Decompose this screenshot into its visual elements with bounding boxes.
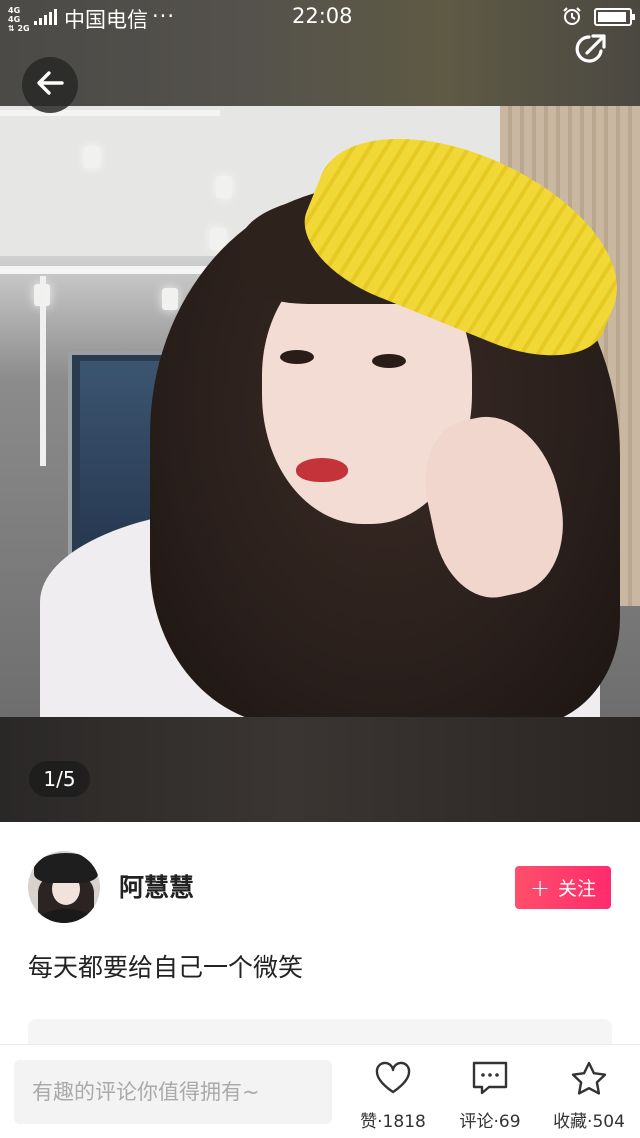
media-viewer[interactable] [0, 0, 640, 822]
status-time: 22:08 [292, 4, 353, 28]
follow-label: 关注 [558, 878, 597, 900]
photo-light-track [0, 266, 230, 274]
star-icon [546, 1057, 632, 1099]
avatar[interactable] [28, 851, 100, 923]
photo-lamp [216, 176, 232, 198]
like-count-label: 赞·1818 [360, 1112, 426, 1132]
like-button[interactable]: 赞·1818 [350, 1057, 436, 1132]
photo-lips [296, 458, 348, 482]
post-caption: 每天都要给自己一个微笑 [28, 953, 304, 982]
comment-dots-icon [447, 1057, 533, 1099]
photo-eye [372, 354, 406, 368]
favorite-button[interactable]: 收藏·504 [546, 1057, 632, 1132]
photo-lamp [84, 146, 100, 168]
comment-count-label: 评论·69 [459, 1112, 521, 1132]
network-type: 4G 4G ⇅ 2G [8, 6, 30, 33]
comment-button[interactable]: 评论·69 [447, 1057, 533, 1132]
blurred-backdrop-bottom [0, 717, 640, 822]
heart-icon [350, 1057, 436, 1099]
carrier-name: 中国电信 [64, 8, 148, 32]
battery-icon [594, 8, 635, 26]
arrow-left-icon [35, 68, 65, 102]
alarm-icon [562, 6, 582, 26]
author-name[interactable]: 阿慧慧 [119, 868, 194, 904]
status-more-indicator: ··· [152, 4, 176, 28]
bottom-action-bar: 有趣的评论你值得拥有~ 赞·1818 评论·69 收藏·504 [0, 1044, 640, 1138]
share-button[interactable] [570, 30, 612, 72]
photo-eye [280, 350, 314, 364]
image-page-counter: 1/5 [29, 761, 90, 797]
photo-wall-cord [40, 276, 46, 466]
status-bar: 4G 4G ⇅ 2G 中国电信 ··· 22:08 [0, 0, 640, 36]
photo-lamp [162, 288, 178, 310]
follow-button[interactable]: + 关注 [515, 866, 611, 909]
plus-icon: + [529, 873, 551, 902]
photo-light-track [0, 110, 220, 116]
post-photo[interactable] [0, 106, 640, 717]
avatar-hat [34, 853, 98, 883]
share-icon [571, 29, 611, 73]
signal-icon [34, 9, 58, 25]
comment-input[interactable]: 有趣的评论你值得拥有~ [14, 1060, 332, 1124]
back-button[interactable] [22, 57, 78, 113]
favorite-count-label: 收藏·504 [553, 1112, 625, 1132]
